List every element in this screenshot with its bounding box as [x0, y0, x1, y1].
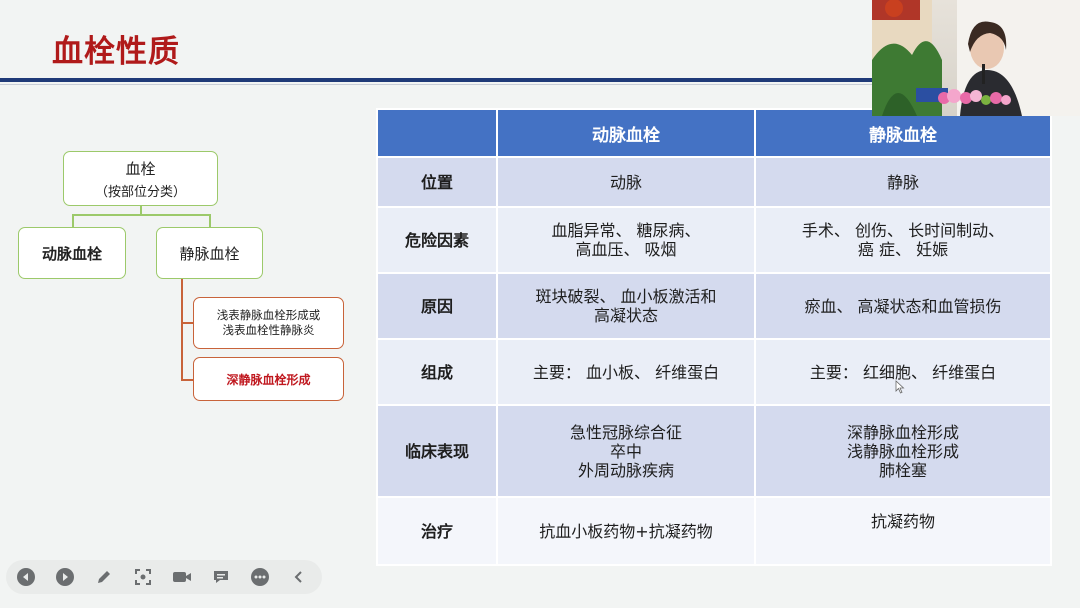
tree-node-venous-label: 静脉血栓 — [179, 244, 240, 263]
collapse-icon[interactable] — [279, 560, 318, 594]
table-header-arterial: 动脉血栓 — [498, 110, 754, 156]
comment-icon[interactable] — [201, 560, 240, 594]
cell-arterial: 斑块破裂、 血小板激活和 高凝状态 — [498, 274, 754, 338]
speaker-video-icon — [872, 0, 1080, 116]
comparison-table: 动脉血栓 静脉血栓 位置 动脉 静脉 危险因素 血脂异常、 糖尿病、 高血压、 … — [376, 108, 1052, 566]
cell-arterial: 抗血小板药物+抗凝药物 — [498, 498, 754, 564]
table-row: 位置 动脉 静脉 — [378, 158, 1050, 206]
presenter-webcam — [872, 0, 1080, 116]
slide-title: 血栓性质 — [52, 34, 180, 70]
cell-venous: 主要： 红细胞、 纤维蛋白 — [756, 340, 1050, 404]
row-label: 危险因素 — [378, 208, 496, 272]
tree-node-arterial: 动脉血栓 — [18, 227, 126, 279]
row-label: 位置 — [378, 158, 496, 206]
pen-icon[interactable] — [84, 560, 123, 594]
table-row: 治疗 抗血小板药物+抗凝药物 抗凝药物 — [378, 498, 1050, 564]
tree-node-deep: 深静脉血栓形成 — [193, 357, 344, 401]
cell-venous: 深静脉血栓形成 浅静脉血栓形成 肺栓塞 — [756, 406, 1050, 496]
tree-node-deep-label: 深静脉血栓形成 — [226, 372, 311, 387]
cell-venous: 静脉 — [756, 158, 1050, 206]
tree-root-label: 血栓 — [125, 159, 156, 178]
screenshot-icon[interactable] — [123, 560, 162, 594]
cell-venous: 瘀血、 高凝状态和血管损伤 — [756, 274, 1050, 338]
table-row: 临床表现 急性冠脉综合征 卒中 外周动脉疾病 深静脉血栓形成 浅静脉血栓形成 肺… — [378, 406, 1050, 496]
cell-arterial: 血脂异常、 糖尿病、 高血压、 吸烟 — [498, 208, 754, 272]
prev-icon[interactable] — [6, 560, 45, 594]
table-header-venous: 静脉血栓 — [756, 110, 1050, 156]
cell-venous: 手术、 创伤、 长时间制动、 癌 症、 妊娠 — [756, 208, 1050, 272]
table-row: 危险因素 血脂异常、 糖尿病、 高血压、 吸烟 手术、 创伤、 长时间制动、 癌… — [378, 208, 1050, 272]
cell-arterial: 动脉 — [498, 158, 754, 206]
more-icon[interactable] — [240, 560, 279, 594]
row-label: 原因 — [378, 274, 496, 338]
row-label: 治疗 — [378, 498, 496, 564]
tree-node-arterial-label: 动脉血栓 — [41, 244, 102, 263]
tree-connector — [209, 214, 211, 227]
mouse-cursor-icon — [895, 380, 905, 394]
tree-root-sublabel: （按部位分类） — [94, 184, 186, 200]
row-label: 组成 — [378, 340, 496, 404]
row-label: 临床表现 — [378, 406, 496, 496]
tree-connector — [181, 279, 183, 380]
cell-arterial: 急性冠脉综合征 卒中 外周动脉疾病 — [498, 406, 754, 496]
tree-connector — [72, 214, 74, 227]
table-row: 原因 斑块破裂、 血小板激活和 高凝状态 瘀血、 高凝状态和血管损伤 — [378, 274, 1050, 338]
player-toolbar — [6, 560, 322, 594]
table-header-corner — [378, 110, 496, 156]
tree-node-superficial-sublabel: 浅表血栓性静脉炎 — [222, 323, 315, 337]
tree-connector — [72, 214, 210, 216]
cell-venous: 抗凝药物 — [756, 498, 1050, 564]
tree-root-node: 血栓 （按部位分类） — [63, 151, 218, 206]
tree-node-superficial: 浅表静脉血栓形成或 浅表血栓性静脉炎 — [193, 297, 344, 349]
camera-icon[interactable] — [162, 560, 201, 594]
tree-node-superficial-label: 浅表静脉血栓形成或 — [216, 308, 321, 322]
tree-node-venous: 静脉血栓 — [156, 227, 263, 279]
table-row: 组成 主要： 血小板、 纤维蛋白 主要： 红细胞、 纤维蛋白 — [378, 340, 1050, 404]
cell-arterial: 主要： 血小板、 纤维蛋白 — [498, 340, 754, 404]
play-icon[interactable] — [45, 560, 84, 594]
tree-connector — [181, 379, 193, 381]
tree-connector — [181, 322, 193, 324]
